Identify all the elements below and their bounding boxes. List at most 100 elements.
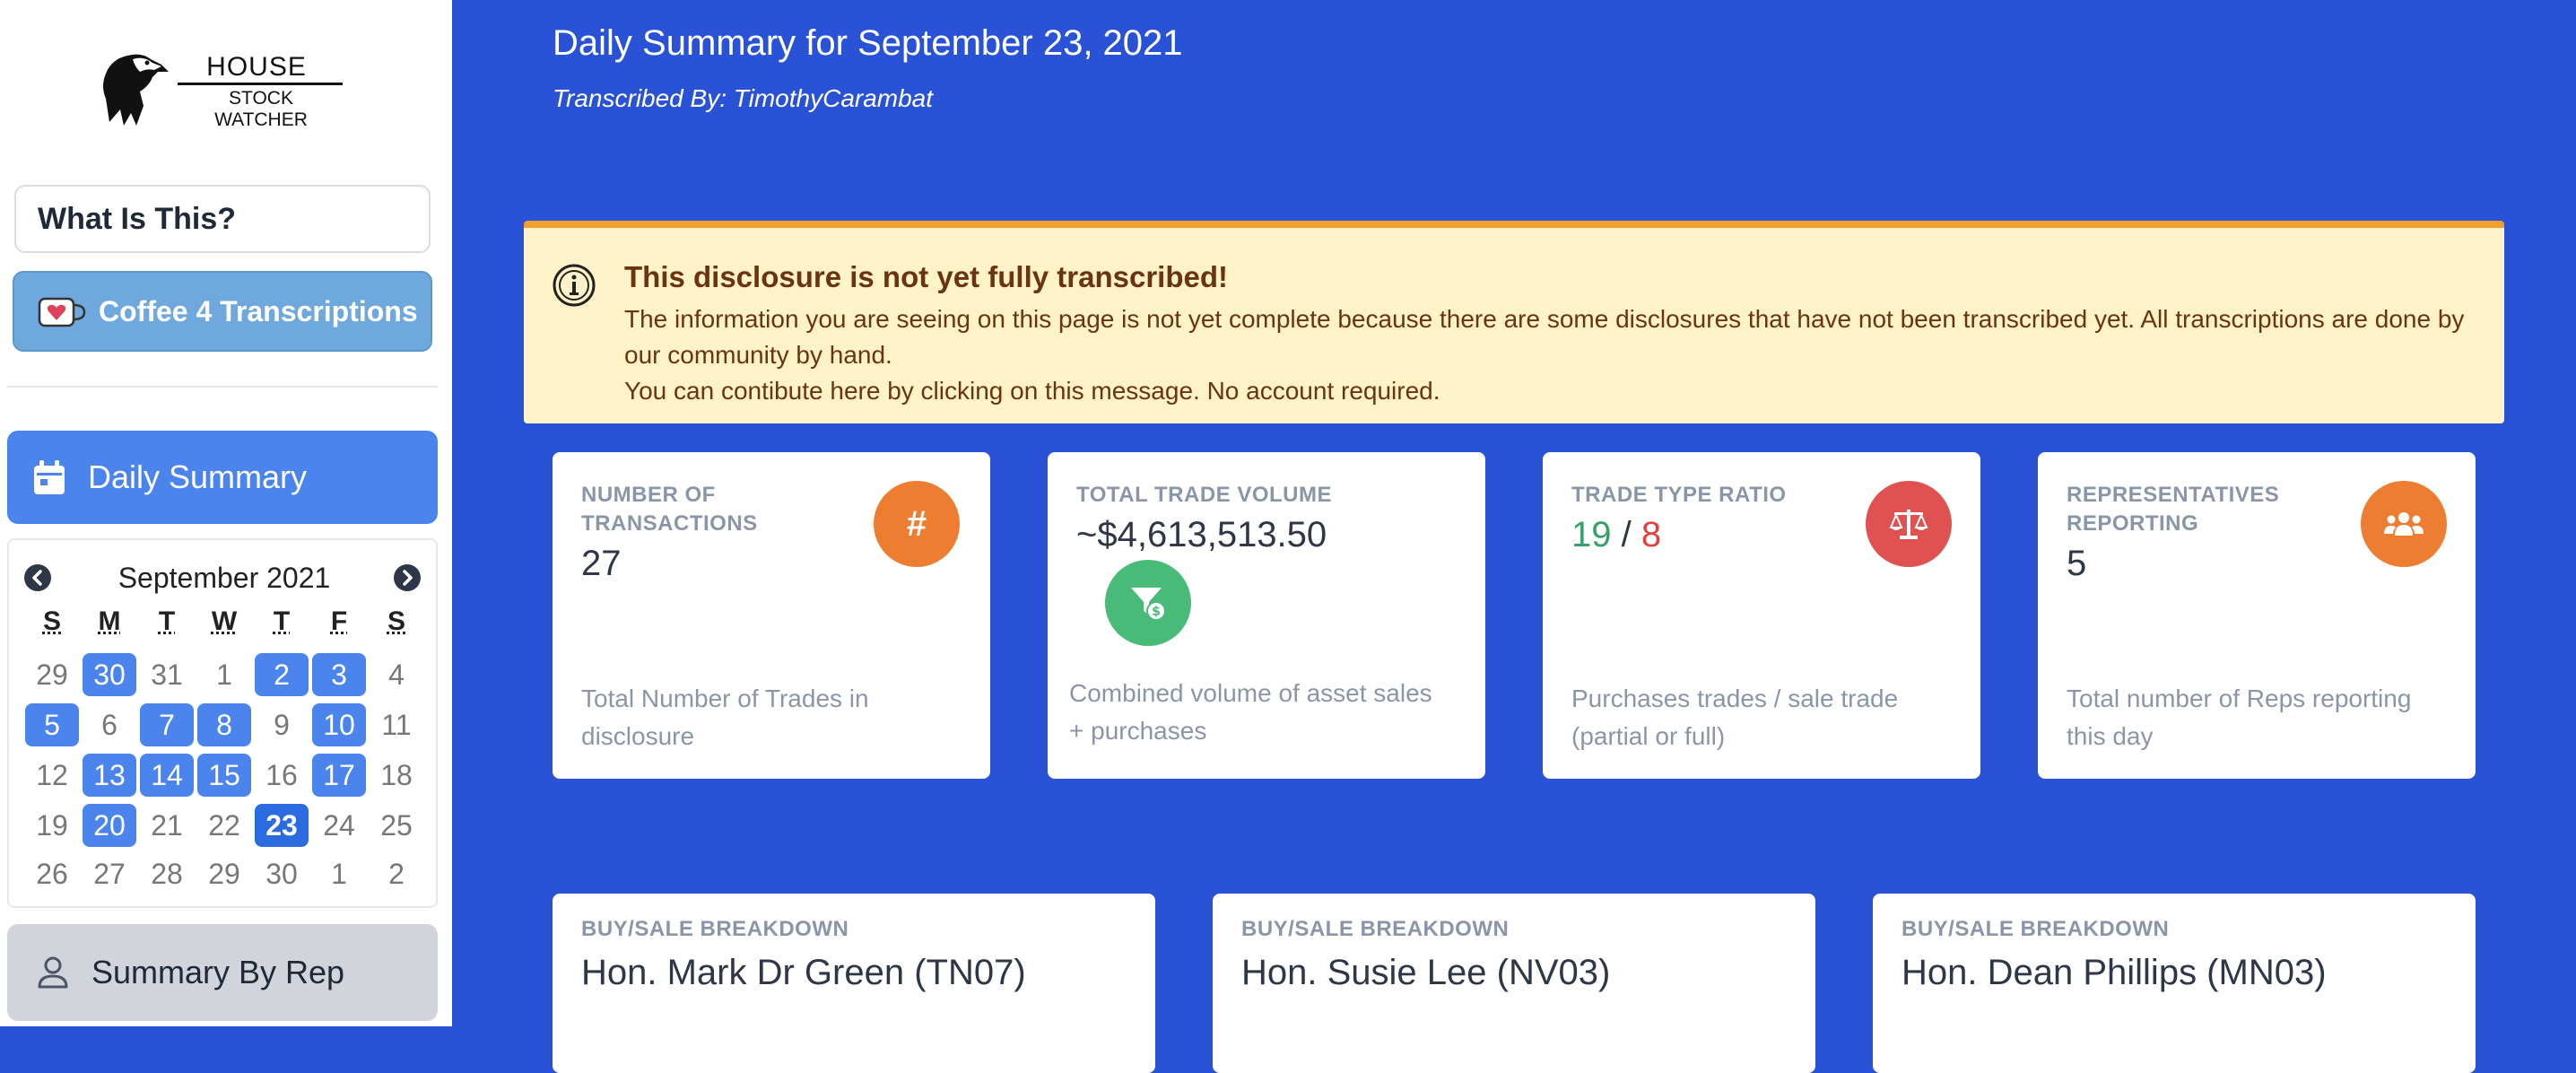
calendar-day: 19	[36, 809, 68, 842]
hash-icon: #	[874, 481, 960, 567]
stat-footnote: Combined volume of asset sales + purchas…	[1069, 679, 1432, 745]
calendar-weekday-label: W	[211, 606, 238, 636]
site-logo[interactable]: HOUSE STOCK WATCHER	[97, 50, 357, 130]
user-icon	[38, 956, 68, 989]
transcription-warning-alert[interactable]: This disclosure is not yet fully transcr…	[524, 221, 2504, 423]
stat-card-reps-reporting: REPRESENTATIVES REPORTING 5 Total number…	[2038, 452, 2476, 779]
calendar-day[interactable]: 17	[312, 754, 366, 797]
calendar-weekday-label: F	[330, 606, 348, 636]
calendar-day[interactable]: 7	[140, 703, 194, 746]
chevron-right-icon[interactable]	[393, 563, 422, 592]
calendar-day[interactable]: 14	[140, 754, 194, 797]
stat-card-trade-ratio: TRADE TYPE RATIO 19 / 8 Purchases trades…	[1543, 452, 1980, 779]
sale-count: 8	[1640, 515, 1662, 554]
calendar-day: 1	[331, 858, 347, 890]
nav-daily-summary-label: Daily Summary	[88, 458, 308, 495]
rep-name: Hon. Susie Lee (NV03)	[1241, 953, 1611, 992]
calendar-day[interactable]: 10	[312, 703, 366, 746]
nav-summary-by-rep[interactable]: Summary By Rep	[7, 924, 438, 1021]
rep-breakdown-card[interactable]: BUY/SALE BREAKDOWN Hon. Mark Dr Green (T…	[553, 894, 1155, 1073]
calendar-day: 18	[380, 759, 413, 791]
calendar-month-title: September 2021	[117, 562, 331, 594]
calendar-day: 21	[151, 809, 183, 842]
calendar-day[interactable]: 5	[25, 703, 79, 746]
stat-card-trade-volume: TOTAL TRADE VOLUME ~$4,613,513.50 $ Comb…	[1048, 452, 1485, 779]
calendar-day[interactable]: 2	[255, 653, 309, 696]
logo-text-house: HOUSE	[206, 52, 307, 82]
calendar-day: 2	[388, 858, 405, 890]
calendar-day: 26	[36, 858, 68, 890]
nav-summary-by-rep-label: Summary By Rep	[91, 954, 345, 990]
purchase-count: 19	[1571, 515, 1612, 554]
balance-scale-icon	[1866, 481, 1952, 567]
calendar-weekday-label: T	[158, 606, 176, 636]
calendar-weekday-label: M	[98, 606, 121, 636]
coffee-button-label: Coffee 4 Transcriptions	[99, 294, 418, 327]
stat-value: 5	[2067, 544, 2087, 583]
breakdown-label: BUY/SALE BREAKDOWN	[1241, 917, 1510, 941]
calendar-day: 1	[216, 659, 232, 691]
alert-body: The information you are seeing on this p…	[624, 301, 2472, 409]
calendar-day: 9	[274, 709, 290, 741]
users-icon	[2361, 481, 2447, 567]
date-picker-calendar: September 2021 S M T W T F S 29 30 31 1 2 3 4 5 6 7 8 9 10 1…	[7, 538, 438, 908]
calendar-day: 12	[36, 759, 68, 791]
calendar-day: 22	[208, 809, 240, 842]
page-title: Daily Summary for September 23, 2021	[553, 23, 1183, 63]
rep-breakdown-card[interactable]: BUY/SALE BREAKDOWN Hon. Dean Phillips (M…	[1873, 894, 2476, 1073]
calendar-day: 24	[323, 809, 355, 842]
calendar-day[interactable]: 3	[312, 653, 366, 696]
calendar-weekday-label: T	[273, 606, 291, 636]
calendar-day[interactable]: 8	[197, 703, 251, 746]
logo-text-stock-watcher: STOCK WATCHER	[214, 88, 308, 130]
stat-value: 27	[581, 544, 622, 583]
calendar-weekday-label: S	[387, 606, 405, 636]
stat-footnote: Total Number of Trades in disclosure	[581, 685, 869, 750]
coffee-cup-icon	[38, 297, 86, 327]
rep-name: Hon. Dean Phillips (MN03)	[1902, 953, 2327, 992]
stat-value: ~$4,613,513.50	[1076, 515, 1327, 554]
stat-label: TRADE TYPE RATIO	[1571, 483, 1787, 507]
calendar-day: 4	[388, 659, 405, 691]
eagle-logo-icon	[103, 54, 169, 126]
coffee-transcriptions-button[interactable]: Coffee 4 Transcriptions	[13, 271, 432, 352]
calendar-day[interactable]: 20	[83, 804, 136, 847]
calendar-day: 29	[208, 858, 240, 890]
calendar-icon	[34, 460, 65, 494]
transcribed-by: Transcribed By: TimothyCarambat	[553, 84, 934, 112]
breakdown-label: BUY/SALE BREAKDOWN	[1902, 917, 2170, 941]
stat-label: TOTAL TRADE VOLUME	[1076, 483, 1332, 507]
calendar-day: 11	[381, 709, 412, 741]
logo-divider	[178, 83, 343, 85]
calendar-day[interactable]: 15	[197, 754, 251, 797]
funnel-dollar-icon: $	[1105, 560, 1191, 646]
calendar-weekday-label: S	[42, 606, 61, 636]
trade-ratio-value: 19 / 8	[1571, 515, 1661, 555]
calendar-day[interactable]: 13	[83, 754, 136, 797]
calendar-day: 30	[265, 858, 298, 890]
stat-label: NUMBER OF TRANSACTIONS	[581, 483, 758, 536]
svg-text:$: $	[1152, 605, 1161, 619]
ratio-separator: /	[1621, 515, 1632, 554]
calendar-day: 27	[93, 858, 126, 890]
stat-footnote: Purchases trades / sale trade (partial o…	[1571, 685, 1899, 750]
sidebar: HOUSE STOCK WATCHER What Is This? Coffee…	[0, 0, 452, 1026]
what-is-this-button[interactable]: What Is This?	[14, 185, 431, 253]
stat-card-transactions: NUMBER OF TRANSACTIONS 27 # Total Number…	[553, 452, 990, 779]
calendar-day: 6	[101, 709, 117, 741]
rep-breakdown-card[interactable]: BUY/SALE BREAKDOWN Hon. Susie Lee (NV03)	[1213, 894, 1815, 1073]
calendar-day: 31	[151, 659, 183, 691]
calendar-day[interactable]: 30	[83, 653, 136, 696]
calendar-day: 16	[265, 759, 298, 791]
calendar-day: 28	[151, 858, 183, 890]
calendar-day-selected[interactable]: 23	[255, 804, 309, 847]
alert-line-1: The information you are seeing on this p…	[624, 305, 2465, 369]
calendar-day: 25	[380, 809, 413, 842]
alert-title: This disclosure is not yet fully transcr…	[624, 260, 1228, 293]
chevron-left-icon[interactable]	[23, 563, 52, 592]
calendar-day: 29	[36, 659, 68, 691]
rep-name: Hon. Mark Dr Green (TN07)	[581, 953, 1026, 992]
stat-label: REPRESENTATIVES REPORTING	[2067, 483, 2280, 536]
nav-daily-summary[interactable]: Daily Summary	[7, 431, 438, 524]
stat-footnote: Total number of Reps reporting this day	[2067, 685, 2412, 750]
